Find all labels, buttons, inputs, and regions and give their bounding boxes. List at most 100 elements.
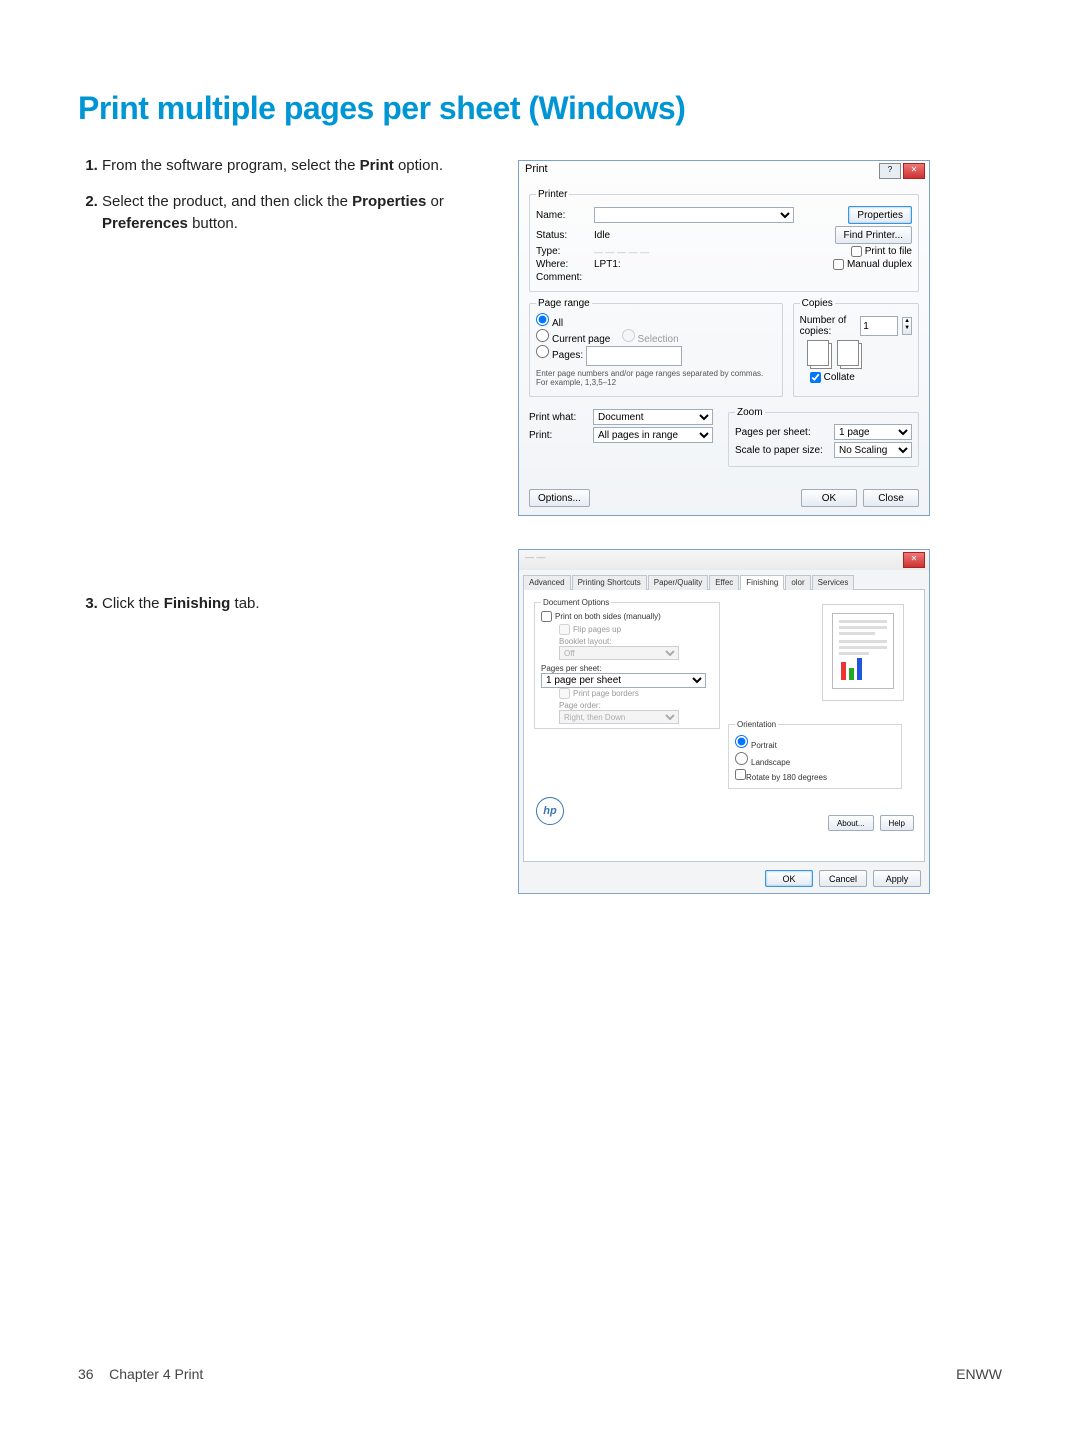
tab-paper-quality[interactable]: Paper/Quality [648, 575, 708, 590]
print-label: Print: [529, 430, 589, 441]
zoom-scale-label: Scale to paper size: [735, 445, 830, 456]
pps-label: Pages per sheet: [541, 664, 601, 673]
printer-group: Printer Name: Properties Status: Idle Fi… [529, 189, 919, 292]
print-dialog-title: Print [525, 163, 548, 175]
close-icon[interactable]: ✕ [903, 163, 925, 179]
help-button[interactable]: Help [880, 815, 914, 831]
step-2-text-c: or [426, 193, 444, 210]
tab-color[interactable]: olor [785, 575, 810, 590]
page-borders-label: Print page borders [573, 689, 639, 698]
help-icon[interactable]: ? [879, 163, 901, 179]
print-to-file-label: Print to file [865, 246, 912, 257]
booklet-select: Off [559, 646, 679, 660]
where-value: LPT1: [594, 259, 621, 270]
step-3-text-c: tab. [230, 595, 259, 612]
print-to-file-checkbox[interactable]: Print to file [851, 246, 912, 257]
status-value: Idle [594, 230, 610, 241]
copies-label: Copies [800, 298, 835, 309]
pages-radio[interactable]: Pages: [536, 350, 583, 361]
current-page-label: Current page [552, 334, 610, 345]
print-both-sides-label: Print on both sides (manually) [555, 612, 661, 621]
page-number: 36 [78, 1366, 94, 1382]
print-select[interactable]: All pages in range [593, 427, 713, 443]
landscape-label: Landscape [751, 758, 790, 767]
page-range-label: Page range [536, 298, 592, 309]
properties-button[interactable]: Properties [848, 206, 912, 224]
type-value: — — — — — [594, 247, 649, 257]
about-button[interactable]: About... [828, 815, 874, 831]
current-page-radio[interactable]: Current page [536, 334, 610, 345]
collate-checkbox[interactable]: Collate [810, 372, 855, 383]
page-order-label: Page order: [559, 701, 601, 710]
printer-name-select[interactable] [594, 207, 794, 223]
all-radio[interactable]: All [536, 318, 563, 329]
portrait-radio[interactable]: Portrait [735, 735, 895, 750]
type-label: Type: [536, 246, 590, 257]
page-preview [822, 604, 904, 701]
print-what-label: Print what: [529, 412, 589, 423]
ok-button[interactable]: OK [801, 489, 857, 507]
properties-dialog: — — ✕ Advanced Printing Shortcuts Paper/… [518, 549, 930, 894]
step-3: Click the Finishing tab. [102, 593, 488, 615]
ok-button[interactable]: OK [765, 870, 813, 887]
properties-tabs: Advanced Printing Shortcuts Paper/Qualit… [523, 574, 925, 590]
close-icon[interactable]: ✕ [903, 552, 925, 568]
step-2-bold-2: Preferences [102, 215, 188, 232]
rotate-checkbox[interactable]: Rotate by 180 degrees [735, 769, 895, 782]
step-1-bold: Print [360, 157, 394, 174]
step-2: Select the product, and then click the P… [102, 191, 488, 235]
pages-label: Pages: [552, 350, 583, 361]
finishing-panel: Document Options Print on both sides (ma… [523, 590, 925, 862]
options-button[interactable]: Options... [529, 489, 590, 507]
zoom-scale-select[interactable]: No Scaling [834, 442, 912, 458]
apply-button[interactable]: Apply [873, 870, 921, 887]
printer-group-label: Printer [536, 189, 569, 200]
pages-input[interactable] [586, 346, 682, 366]
page-range-hint: Enter page numbers and/or page ranges se… [536, 369, 776, 387]
step-1: From the software program, select the Pr… [102, 155, 488, 177]
step-3-text-a: Click the [102, 595, 164, 612]
zoom-pps-select[interactable]: 1 page [834, 424, 912, 440]
tab-effects[interactable]: Effec [709, 575, 739, 590]
orientation-group: Orientation Portrait Landscape Rotate by… [728, 720, 902, 789]
spinner-icon[interactable]: ▲▼ [902, 317, 912, 335]
page: { "doc": { "title": "Print multiple page… [0, 0, 1080, 1437]
cancel-button[interactable]: Cancel [819, 870, 867, 887]
document-options-label: Document Options [541, 598, 611, 607]
step-2-bold-1: Properties [352, 193, 426, 210]
find-printer-button[interactable]: Find Printer... [835, 226, 912, 244]
num-copies-input[interactable] [860, 316, 898, 336]
chapter-label: Chapter 4 Print [109, 1366, 203, 1382]
lang-code: ENWW [956, 1366, 1002, 1382]
document-options-group: Document Options Print on both sides (ma… [534, 598, 720, 729]
selection-label: Selection [638, 334, 679, 345]
page-footer: 36 Chapter 4 Print ENWW [78, 1366, 1002, 1382]
steps-list: From the software program, select the Pr… [78, 155, 488, 234]
orientation-label: Orientation [735, 720, 778, 729]
page-order-select: Right, then Down [559, 710, 679, 724]
step-2-text-a: Select the product, and then click the [102, 193, 352, 210]
tab-finishing[interactable]: Finishing [740, 575, 784, 590]
where-label: Where: [536, 259, 590, 270]
steps-list-2: Click the Finishing tab. [78, 593, 488, 615]
print-both-sides-checkbox[interactable]: Print on both sides (manually) [541, 611, 661, 622]
tab-advanced[interactable]: Advanced [523, 575, 571, 590]
close-button[interactable]: Close [863, 489, 919, 507]
print-dialog: Print ? ✕ Printer Name: Properties [518, 160, 930, 516]
manual-duplex-checkbox[interactable]: Manual duplex [833, 259, 912, 270]
zoom-pps-label: Pages per sheet: [735, 427, 830, 438]
flip-pages-label: Flip pages up [573, 625, 621, 634]
collate-icon: Collate [810, 343, 912, 386]
tab-printing-shortcuts[interactable]: Printing Shortcuts [572, 575, 647, 590]
zoom-label: Zoom [735, 407, 765, 418]
properties-title: — — [525, 552, 546, 562]
tab-services[interactable]: Services [812, 575, 855, 590]
zoom-group: Zoom Pages per sheet: 1 page Scale to pa… [728, 407, 919, 467]
landscape-radio[interactable]: Landscape [735, 752, 895, 767]
pages-per-sheet-select[interactable]: 1 page per sheet [541, 673, 706, 688]
page-borders-checkbox: Print page borders [559, 688, 639, 699]
step-1-text-c: option. [394, 157, 443, 174]
status-label: Status: [536, 230, 590, 241]
print-what-select[interactable]: Document [593, 409, 713, 425]
step-2-text-e: button. [188, 215, 238, 232]
